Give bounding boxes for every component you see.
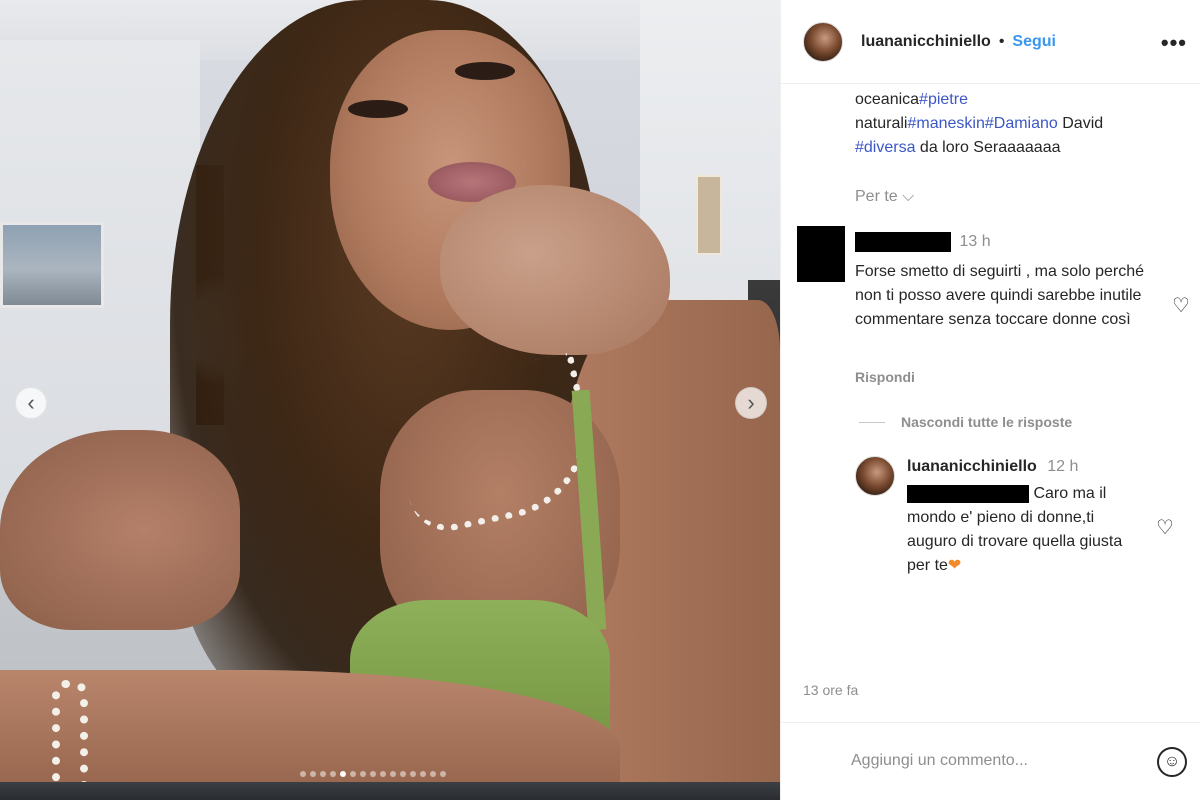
like-comment-icon[interactable]: ♡: [1172, 296, 1190, 316]
emoji-icon[interactable]: ☺: [1157, 747, 1187, 777]
reply-username[interactable]: luananicchiniello: [907, 458, 1037, 475]
photo-painting: [0, 222, 104, 308]
carousel-dot: [380, 771, 386, 777]
hashtag-link[interactable]: #Damiano: [985, 115, 1058, 132]
photo-table: [0, 782, 780, 800]
photo-hand: [440, 185, 670, 355]
comment-input[interactable]: [851, 745, 1141, 777]
post-image[interactable]: ‹ ›: [0, 0, 780, 800]
post-sidebar: luananicchiniello • Segui ••• oceanica#p…: [780, 0, 1200, 800]
post-caption: oceanica#pietre naturali#maneskin#Damian…: [855, 88, 1155, 160]
hashtag-link[interactable]: #pietre: [919, 91, 968, 108]
carousel-dot: [320, 771, 326, 777]
carousel-indicator: [300, 771, 446, 777]
post-timestamp: 13 ore fa: [803, 682, 859, 698]
carousel-dot: [390, 771, 396, 777]
divider-line: [859, 421, 885, 423]
carousel-prev-button[interactable]: ‹: [15, 387, 47, 419]
caption-text: David: [1057, 115, 1104, 132]
photo-eye: [455, 62, 515, 80]
add-comment-bar: ☺: [781, 722, 1200, 800]
photo-frame: [696, 175, 722, 255]
carousel-dot: [330, 771, 336, 777]
carousel-dot: [310, 771, 316, 777]
separator: •: [998, 32, 1005, 50]
reply-author-avatar[interactable]: [855, 456, 895, 496]
carousel-dot: [420, 771, 426, 777]
reply-header: luananicchiniello 12 h: [907, 458, 1078, 476]
carousel-dot: [410, 771, 416, 777]
commenter-avatar-redacted[interactable]: [797, 226, 845, 282]
carousel-dot: [300, 771, 306, 777]
carousel-next-button[interactable]: ›: [735, 387, 767, 419]
caption-text: da loro Seraaaaaaa: [915, 139, 1061, 156]
comment-time: 13 h: [959, 233, 991, 251]
mentioned-username-redacted[interactable]: [907, 484, 1029, 503]
carousel-dot: [430, 771, 436, 777]
carousel-dot: [340, 771, 346, 777]
carousel-dot: [370, 771, 376, 777]
orange-heart-icon: ❤: [947, 557, 962, 574]
more-options-icon[interactable]: •••: [1161, 30, 1187, 56]
caption-text: oceanica: [855, 91, 920, 108]
hide-replies-button[interactable]: Nascondi tutte le risposte: [859, 414, 1072, 430]
like-reply-icon[interactable]: ♡: [1156, 518, 1174, 538]
carousel-dot: [400, 771, 406, 777]
hashtag-link[interactable]: #maneskin: [907, 115, 984, 132]
hide-replies-label: Nascondi tutte le risposte: [901, 414, 1073, 430]
carousel-dot: [360, 771, 366, 777]
hashtag-link[interactable]: #diversa: [855, 139, 915, 156]
photo-eye: [348, 100, 408, 118]
author-username[interactable]: luananicchiniello: [861, 33, 991, 51]
carousel-dot: [350, 771, 356, 777]
author-avatar[interactable]: [803, 21, 843, 62]
carousel-dot: [440, 771, 446, 777]
post-header: luananicchiniello • Segui •••: [781, 0, 1200, 84]
caption-text: naturali: [855, 115, 908, 132]
comment-header: 13 h: [855, 232, 991, 252]
reply-time: 12 h: [1047, 458, 1079, 475]
reply-text: Caro ma il mondo e' pieno di donne,ti au…: [907, 482, 1147, 578]
translation-toggle[interactable]: Per te ⌵: [855, 188, 914, 206]
commenter-username-redacted[interactable]: [855, 232, 951, 252]
follow-button[interactable]: Segui: [1012, 33, 1056, 51]
comment-text: Forse smetto di seguirti , ma solo perch…: [855, 263, 1145, 328]
photo-arm: [0, 430, 240, 630]
reply-button[interactable]: Rispondi: [855, 369, 915, 385]
